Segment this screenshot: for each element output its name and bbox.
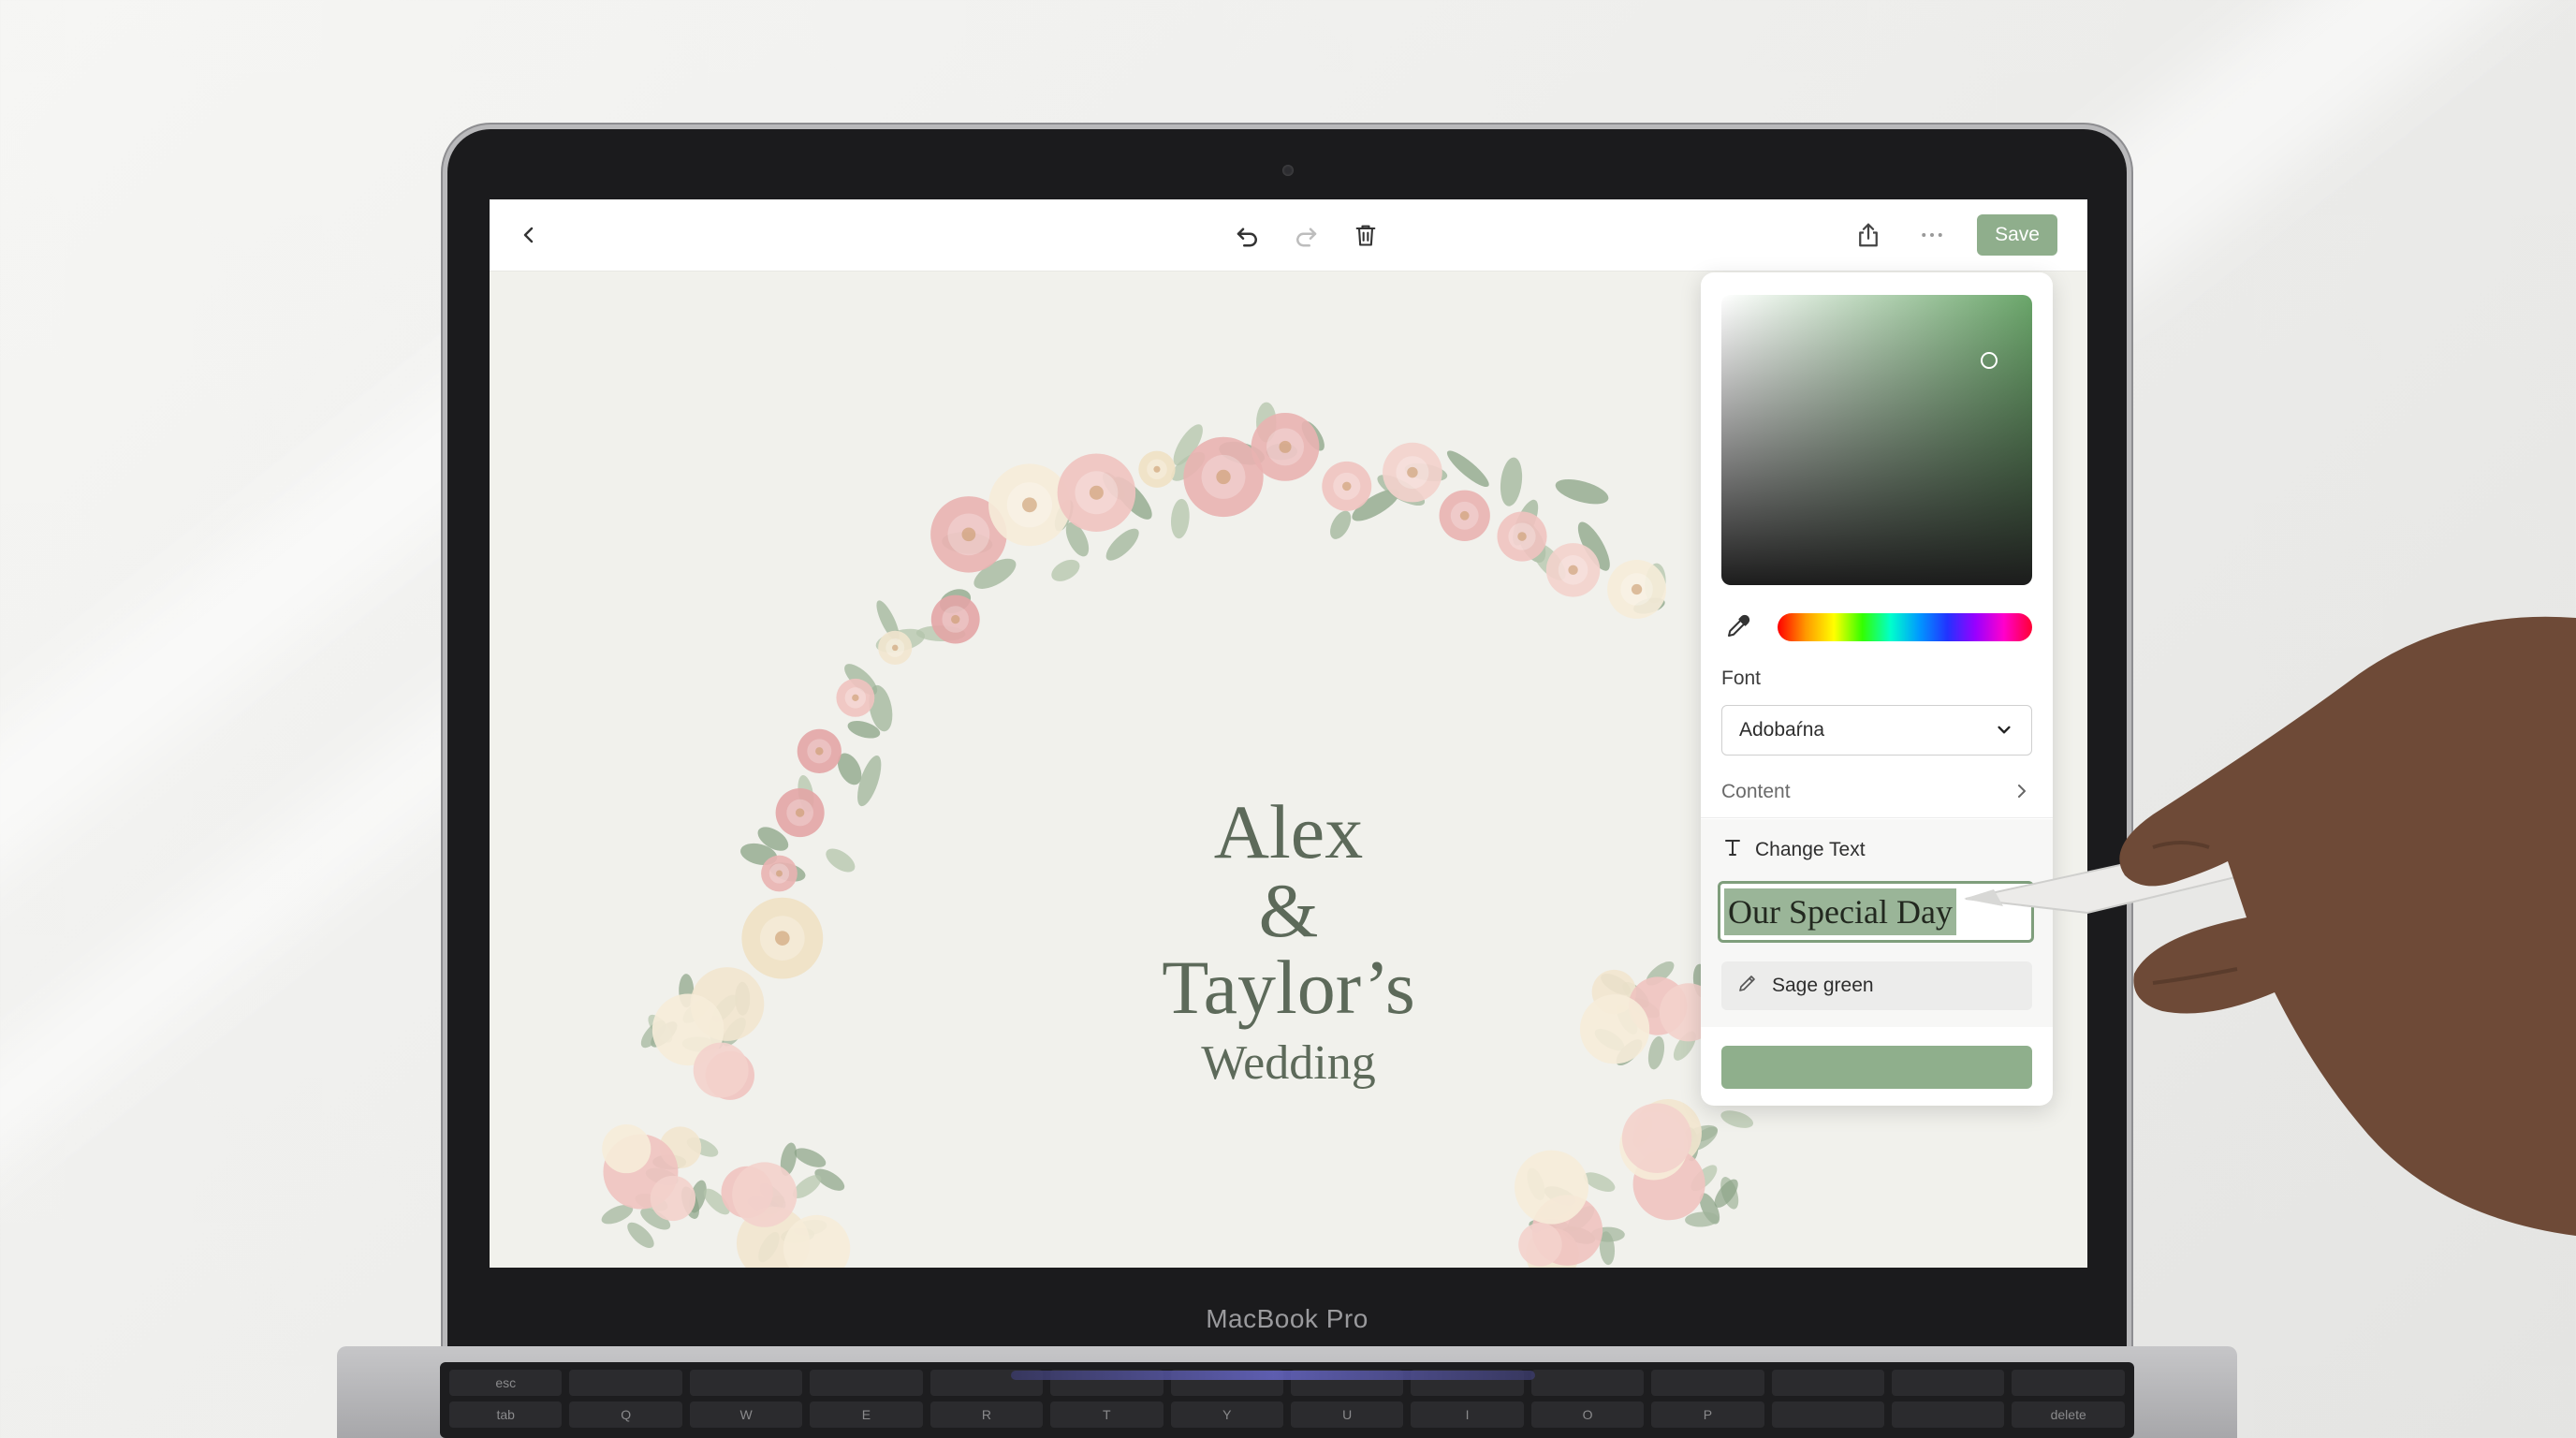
key[interactable] <box>810 1370 923 1396</box>
redo-icon[interactable] <box>1287 216 1325 254</box>
key[interactable]: O <box>1530 1401 1645 1428</box>
change-text-header: Change Text <box>1721 836 1866 864</box>
hue-slider[interactable] <box>1778 613 2032 641</box>
key[interactable]: tab <box>449 1401 563 1428</box>
text-color-option[interactable]: Sage green <box>1721 961 2032 1010</box>
key[interactable]: delete <box>2012 1401 2125 1428</box>
key[interactable]: E <box>810 1401 923 1428</box>
key[interactable] <box>2012 1370 2125 1396</box>
color-saturation-picker[interactable] <box>1721 295 2032 585</box>
key[interactable] <box>1892 1370 2005 1396</box>
text-tool-icon <box>1721 836 1744 864</box>
key[interactable] <box>1771 1401 1885 1428</box>
undo-icon[interactable] <box>1229 216 1266 254</box>
font-dropdown[interactable]: Adobaŕna <box>1721 705 2032 756</box>
key[interactable]: W <box>689 1401 803 1428</box>
key[interactable]: U <box>1290 1401 1404 1428</box>
key[interactable] <box>1651 1370 1764 1396</box>
key[interactable] <box>1771 1370 1885 1396</box>
share-icon[interactable] <box>1850 216 1887 254</box>
pencil-icon <box>1736 972 1759 1000</box>
font-dropdown-value: Adobaŕna <box>1739 719 1825 741</box>
color-picker-handle[interactable] <box>1981 352 1998 369</box>
content-row[interactable]: Content <box>1701 769 2053 818</box>
key[interactable]: T <box>1050 1401 1164 1428</box>
apply-button[interactable] <box>1721 1046 2032 1089</box>
change-text-label: Change Text <box>1755 839 1866 860</box>
selected-text[interactable]: Our Special Day <box>1724 888 1956 935</box>
content-label: Content <box>1721 781 1791 802</box>
touch-bar <box>1011 1371 1535 1380</box>
key[interactable]: P <box>1651 1401 1764 1428</box>
save-button[interactable]: Save <box>1977 214 2057 256</box>
key[interactable]: R <box>929 1401 1044 1428</box>
eyedropper-icon[interactable] <box>1721 609 1755 643</box>
trash-icon[interactable] <box>1347 216 1384 254</box>
camera-icon <box>1282 165 1294 176</box>
app-screen: Save Alex & Taylor’s Wedding Font Adobaŕ… <box>490 199 2087 1268</box>
key[interactable] <box>689 1370 803 1396</box>
key[interactable] <box>1530 1370 1645 1396</box>
font-label: Font <box>1721 668 1762 689</box>
change-text-section: Change Text Our Special Day Sage green <box>1701 819 2053 1027</box>
key[interactable]: Q <box>569 1401 682 1428</box>
keyboard-row: tab Q W E R T Y U I O P delete <box>449 1401 2125 1428</box>
text-content-input[interactable]: Our Special Day <box>1718 881 2034 943</box>
key[interactable]: Y <box>1170 1401 1283 1428</box>
chevron-left-icon[interactable] <box>510 216 548 254</box>
text-style-panel: Font Adobaŕna Content Change Text Our Sp… <box>1701 272 2053 1106</box>
key[interactable]: I <box>1411 1401 1524 1428</box>
editor-toolbar: Save <box>490 199 2087 271</box>
more-dots-icon[interactable] <box>1913 216 1951 254</box>
chevron-down-icon <box>1992 717 2016 746</box>
color-name-label: Sage green <box>1772 975 1874 996</box>
device-model-label: MacBook Pro <box>1206 1304 1368 1333</box>
chevron-right-icon <box>2010 780 2032 807</box>
key[interactable] <box>1892 1401 2005 1428</box>
key[interactable] <box>569 1370 682 1396</box>
key[interactable]: esc <box>449 1370 563 1396</box>
